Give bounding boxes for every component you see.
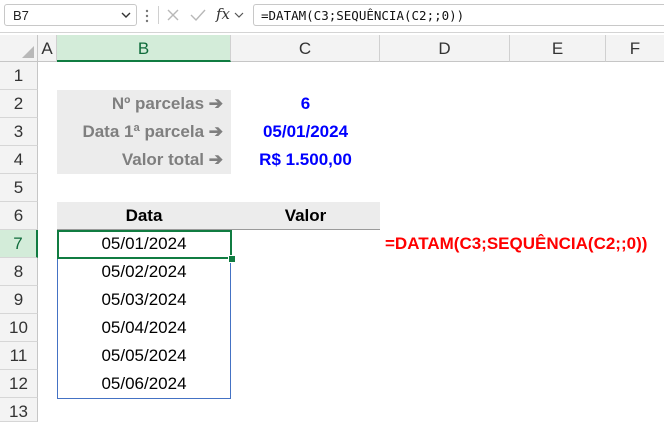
enter-check-icon[interactable] <box>190 8 206 22</box>
fx-chevron-down-icon[interactable] <box>234 10 244 20</box>
param-value-first-date[interactable]: 05/01/2024 <box>231 118 380 146</box>
row-header-12[interactable]: 12 <box>0 370 38 398</box>
row-header-6[interactable]: 6 <box>0 202 38 230</box>
param-value-installments[interactable]: 6 <box>231 90 380 118</box>
row-header-4[interactable]: 4 <box>0 146 38 174</box>
param-label-total[interactable]: Valor total ➔ <box>57 146 231 174</box>
row-header-9[interactable]: 9 <box>0 286 38 314</box>
formula-annotation: =DATAM(C3;SEQUÊNCIA(C2;;0)) <box>385 234 648 253</box>
date-cell[interactable]: 05/04/2024 <box>57 314 231 342</box>
row-header-13[interactable]: 13 <box>0 398 38 422</box>
insert-function-icon[interactable]: fx <box>216 5 230 23</box>
column-header-c[interactable]: C <box>231 35 380 62</box>
name-box[interactable]: B7 <box>4 4 137 26</box>
table-header-data[interactable]: Data <box>57 202 231 230</box>
date-cell[interactable]: 05/06/2024 <box>57 370 231 398</box>
column-header-f[interactable]: F <box>606 35 664 62</box>
row-header-10[interactable]: 10 <box>0 314 38 342</box>
column-header-b[interactable]: B <box>57 35 231 62</box>
formula-buttons: fx <box>158 4 250 26</box>
date-cell[interactable]: 05/02/2024 <box>57 258 231 286</box>
row-header-1[interactable]: 1 <box>0 62 38 90</box>
formula-input[interactable]: =DATAM(C3;SEQUÊNCIA(C2;;0)) <box>253 4 664 26</box>
more-options-icon[interactable] <box>145 8 149 24</box>
cancel-icon[interactable] <box>166 8 180 22</box>
fill-handle[interactable] <box>228 255 236 263</box>
table-header-valor[interactable]: Valor <box>231 202 380 230</box>
chevron-down-icon[interactable] <box>120 9 132 21</box>
active-cell-border <box>57 230 232 259</box>
param-label-first-date[interactable]: Data 1ª parcela ➔ <box>57 118 231 146</box>
formula-text: =DATAM(C3;SEQUÊNCIA(C2;;0)) <box>261 8 465 23</box>
row-header-11[interactable]: 11 <box>0 342 38 370</box>
select-all-button[interactable] <box>0 35 38 62</box>
param-value-total[interactable]: R$ 1.500,00 <box>231 146 380 174</box>
column-header-d[interactable]: D <box>380 35 510 62</box>
row-header-2[interactable]: 2 <box>0 90 38 118</box>
param-label-installments[interactable]: Nº parcelas ➔ <box>57 90 231 118</box>
column-header-e[interactable]: E <box>510 35 606 62</box>
date-cell[interactable]: 05/03/2024 <box>57 286 231 314</box>
select-all-triangle-icon <box>22 46 34 58</box>
column-header-a[interactable]: A <box>38 35 57 62</box>
row-header-5[interactable]: 5 <box>0 174 38 202</box>
name-box-value: B7 <box>13 8 29 23</box>
row-header-7[interactable]: 7 <box>0 230 38 258</box>
row-header-8[interactable]: 8 <box>0 258 38 286</box>
formula-bar: B7 fx =DATAM(C3;SEQUÊNCIA(C2;;0)) <box>0 0 664 32</box>
date-cell[interactable]: 05/05/2024 <box>57 342 231 370</box>
formula-bar-separator <box>0 32 664 33</box>
row-header-3[interactable]: 3 <box>0 118 38 146</box>
